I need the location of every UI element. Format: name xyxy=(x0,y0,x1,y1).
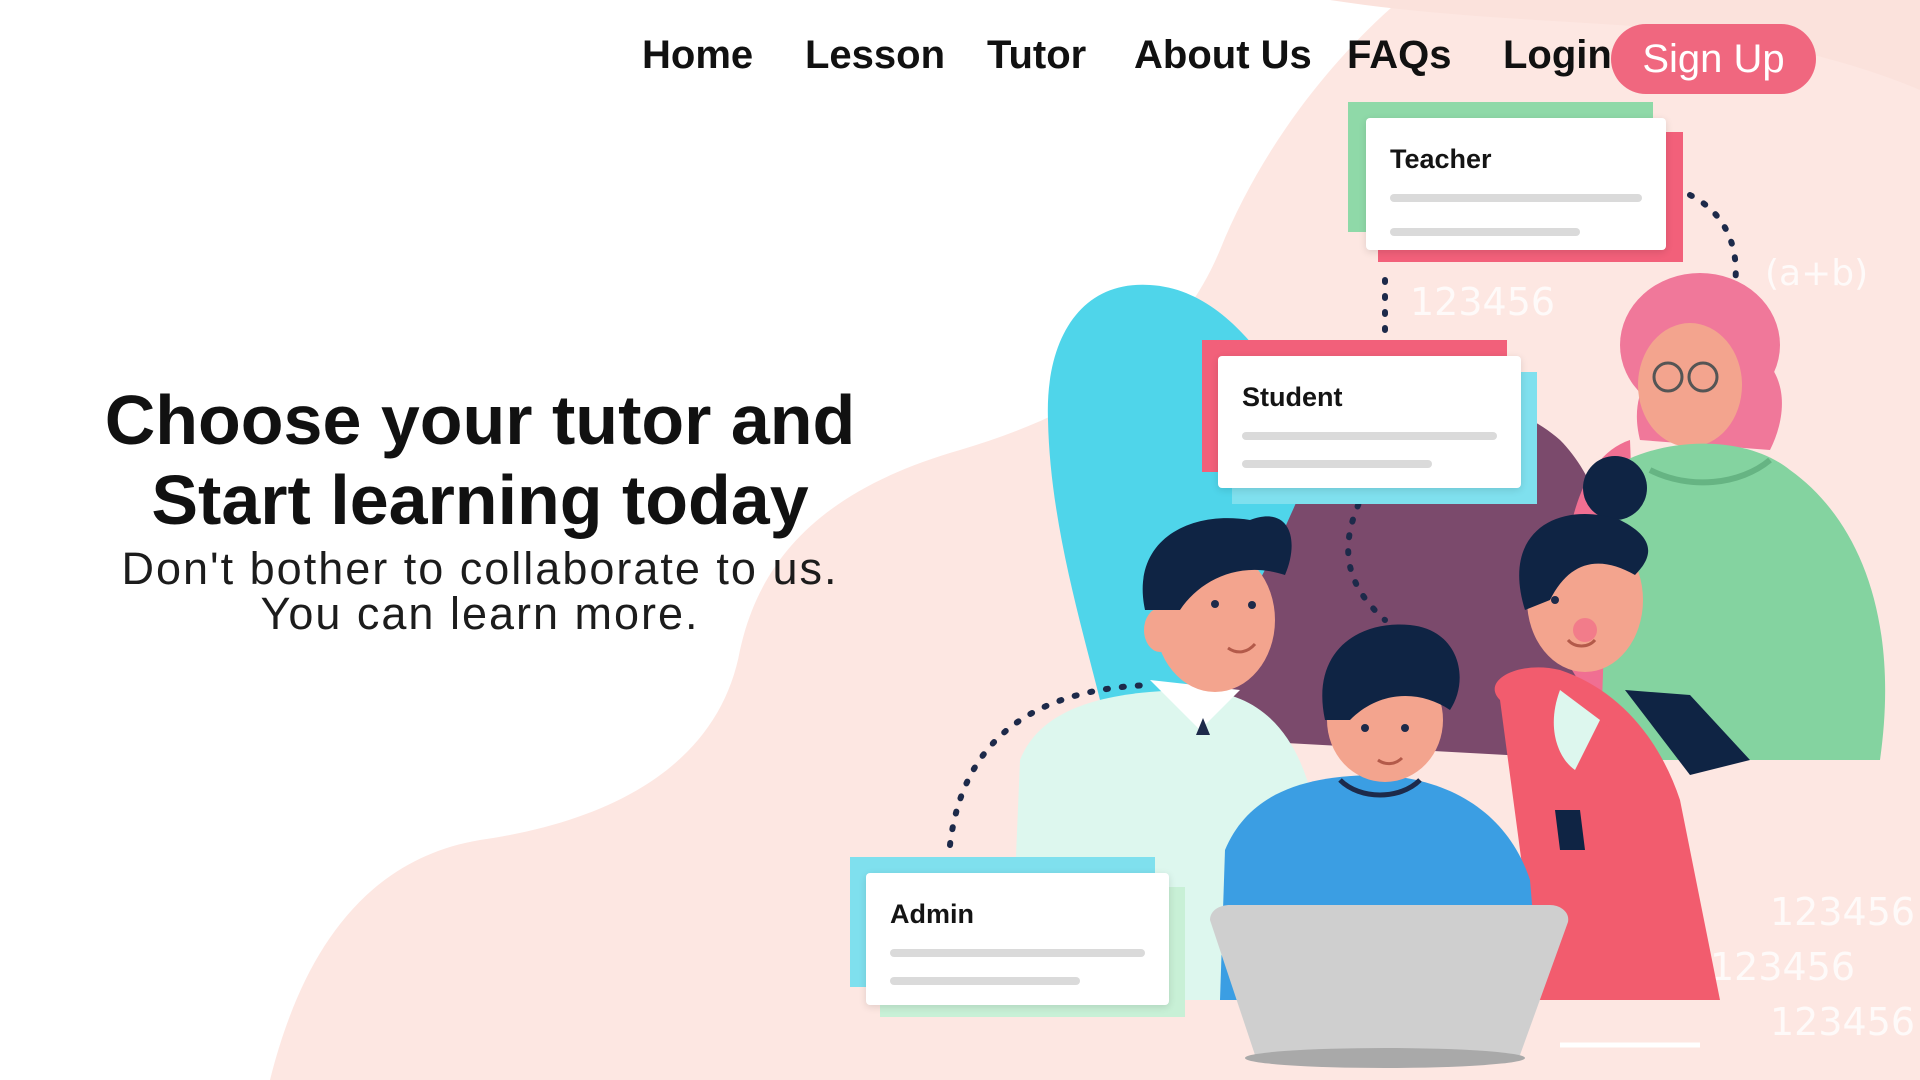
admin-card-face: Admin xyxy=(866,873,1169,1005)
student-card-line-1 xyxy=(1242,432,1497,440)
teacher-card-line-1 xyxy=(1390,194,1642,202)
admin-card: Admin xyxy=(850,857,1186,1019)
bg-number-5: 123456 xyxy=(1770,1000,1915,1044)
student-card-label: Student xyxy=(1242,382,1343,412)
sign-up-button[interactable]: Sign Up xyxy=(1611,24,1816,94)
admin-card-line-1 xyxy=(890,949,1145,957)
bg-number-1: 123456 xyxy=(1410,280,1555,324)
bg-number-4: 123456 xyxy=(1710,945,1855,989)
student-card: Student xyxy=(1202,340,1542,505)
hero-title-line-2: Start learning today xyxy=(151,461,809,539)
nav-faqs[interactable]: FAQs xyxy=(1347,30,1451,80)
hero-subtitle-line-1: Don't bother to collaborate to us. xyxy=(121,543,839,594)
hero-subtitle-line-2: You can learn more. xyxy=(260,588,700,639)
teacher-card-face: Teacher xyxy=(1366,118,1666,250)
teacher-card-label: Teacher xyxy=(1390,144,1492,174)
nav-about-us[interactable]: About Us xyxy=(1134,30,1312,80)
laptop-base xyxy=(1245,1048,1525,1068)
hero-subtitle: Don't bother to collaborate to us. You c… xyxy=(40,546,920,636)
bg-number-2: (a+b) xyxy=(1765,253,1868,294)
hero-title: Choose your tutor and Start learning tod… xyxy=(40,380,920,540)
bg-number-3: 123456 xyxy=(1770,890,1915,934)
nav-tutor[interactable]: Tutor xyxy=(987,30,1086,80)
nav-lesson[interactable]: Lesson xyxy=(805,30,945,80)
laptop xyxy=(1210,905,1569,1055)
admin-card-label: Admin xyxy=(890,899,974,929)
nav-login[interactable]: Login xyxy=(1503,30,1612,80)
hero-section: Choose your tutor and Start learning tod… xyxy=(40,380,920,636)
student-card-line-2 xyxy=(1242,460,1432,468)
teacher-card-line-2 xyxy=(1390,228,1580,236)
student-card-face: Student xyxy=(1218,356,1521,488)
top-navigation: Home Lesson Tutor About Us FAQs Login Si… xyxy=(0,18,1920,98)
teacher-card: Teacher xyxy=(1348,102,1688,262)
hero-title-line-1: Choose your tutor and xyxy=(104,381,856,459)
admin-card-line-2 xyxy=(890,977,1080,985)
nav-home[interactable]: Home xyxy=(642,30,753,80)
